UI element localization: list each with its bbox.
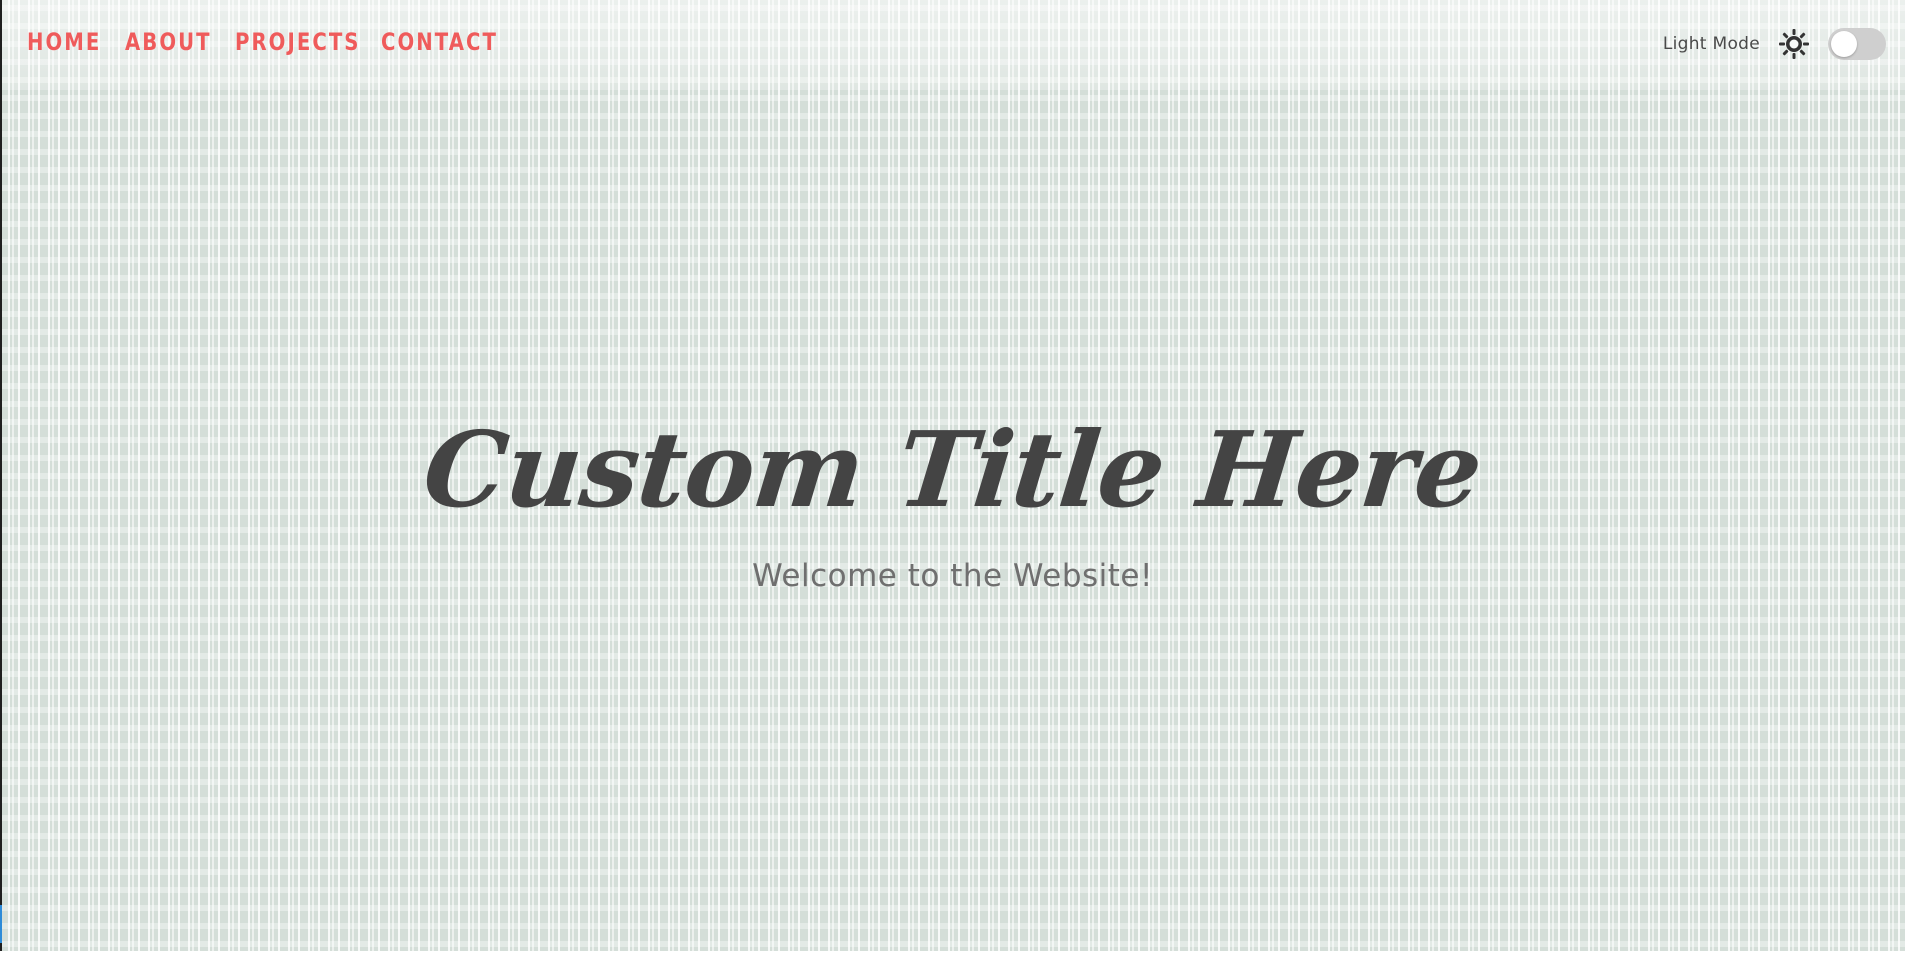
toggle-knob — [1831, 31, 1857, 57]
hero-subtitle: Welcome to the Website! — [752, 558, 1153, 594]
theme-mode-label: Light Mode — [1662, 34, 1760, 54]
bottom-strip — [0, 951, 1905, 959]
window-edge-highlight — [0, 905, 2, 943]
nav-link-projects[interactable]: PROJECTS — [235, 28, 358, 56]
navbar: HOME ABOUT PROJECTS CONTACT Light Mode — [0, 0, 1905, 90]
nav-links: HOME ABOUT PROJECTS CONTACT — [27, 28, 496, 56]
nav-link-about[interactable]: ABOUT — [125, 28, 210, 56]
nav-link-home[interactable]: HOME — [27, 28, 99, 56]
sun-icon — [1778, 28, 1810, 60]
theme-mode-control: Light Mode — [1663, 28, 1886, 60]
hero-title: Custom Title Here — [418, 408, 1487, 531]
page-background: HOME ABOUT PROJECTS CONTACT Light Mode C… — [0, 0, 1905, 959]
nav-link-contact[interactable]: CONTACT — [381, 28, 496, 56]
hero-section: Custom Title Here Welcome to the Website… — [0, 400, 1905, 594]
theme-toggle-switch[interactable] — [1828, 28, 1886, 60]
window-left-edge — [0, 0, 2, 959]
